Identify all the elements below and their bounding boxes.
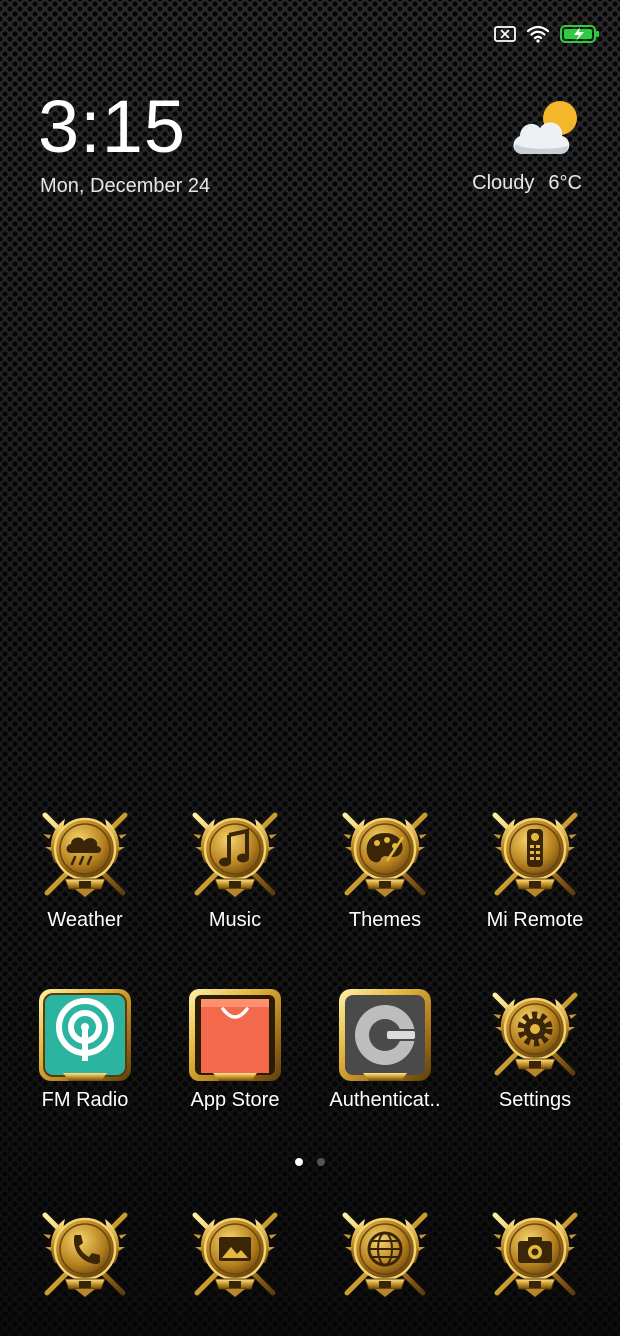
gallery-emblem-icon (185, 1205, 285, 1305)
app-settings[interactable]: Settings (460, 985, 610, 1112)
sim-off-icon (494, 25, 516, 43)
palette-emblem-icon (335, 805, 435, 905)
weather-rain-emblem-icon (35, 805, 135, 905)
app-music[interactable]: Music (160, 805, 310, 932)
page-indicator[interactable] (0, 1158, 620, 1166)
app-label: Mi Remote (486, 909, 584, 931)
weather-temperature: 6°C (548, 172, 582, 194)
wifi-icon (526, 24, 550, 44)
weather-condition: Cloudy (472, 172, 535, 194)
gear-emblem-icon (485, 985, 585, 1085)
google-authenticator-icon (339, 989, 431, 1081)
dock-gallery[interactable] (160, 1205, 310, 1305)
camera-emblem-icon (485, 1205, 585, 1305)
app-label: Settings (498, 1089, 572, 1111)
radio-signal-icon (39, 989, 131, 1081)
app-themes[interactable]: Themes (310, 805, 460, 932)
shopping-bag-icon (189, 989, 281, 1081)
remote-control-emblem-icon (485, 805, 585, 905)
phone-emblem-icon (35, 1205, 135, 1305)
dock-browser[interactable] (310, 1205, 460, 1305)
app-weather[interactable]: Weather (10, 805, 160, 932)
app-mi-remote[interactable]: Mi Remote (460, 805, 610, 932)
app-fm-radio[interactable]: FM Radio (10, 985, 160, 1112)
partly-cloudy-icon (510, 98, 582, 165)
app-authenticator[interactable]: Authenticat.. (310, 985, 460, 1112)
app-label: FM Radio (41, 1089, 129, 1111)
music-note-emblem-icon (185, 805, 285, 905)
app-label: Music (208, 909, 262, 931)
dock-phone[interactable] (10, 1205, 160, 1305)
weather-summary: Cloudy 6°C (472, 172, 582, 195)
clock-time[interactable]: 3:15 (38, 90, 186, 164)
page-dot-active[interactable] (295, 1158, 303, 1166)
battery-charging-icon (560, 24, 600, 44)
dock-camera[interactable] (460, 1205, 610, 1305)
clock-date[interactable]: Mon, December 24 (40, 175, 210, 198)
page-dot[interactable] (317, 1158, 325, 1166)
status-bar (494, 22, 600, 46)
app-label: Themes (348, 909, 422, 931)
app-label: App Store (190, 1089, 280, 1111)
app-label: Authenticat.. (329, 1089, 441, 1111)
browser-www-emblem-icon (335, 1205, 435, 1305)
app-label: Weather (47, 909, 123, 931)
weather-widget[interactable]: Cloudy 6°C (432, 98, 582, 198)
app-app-store[interactable]: App Store (160, 985, 310, 1112)
